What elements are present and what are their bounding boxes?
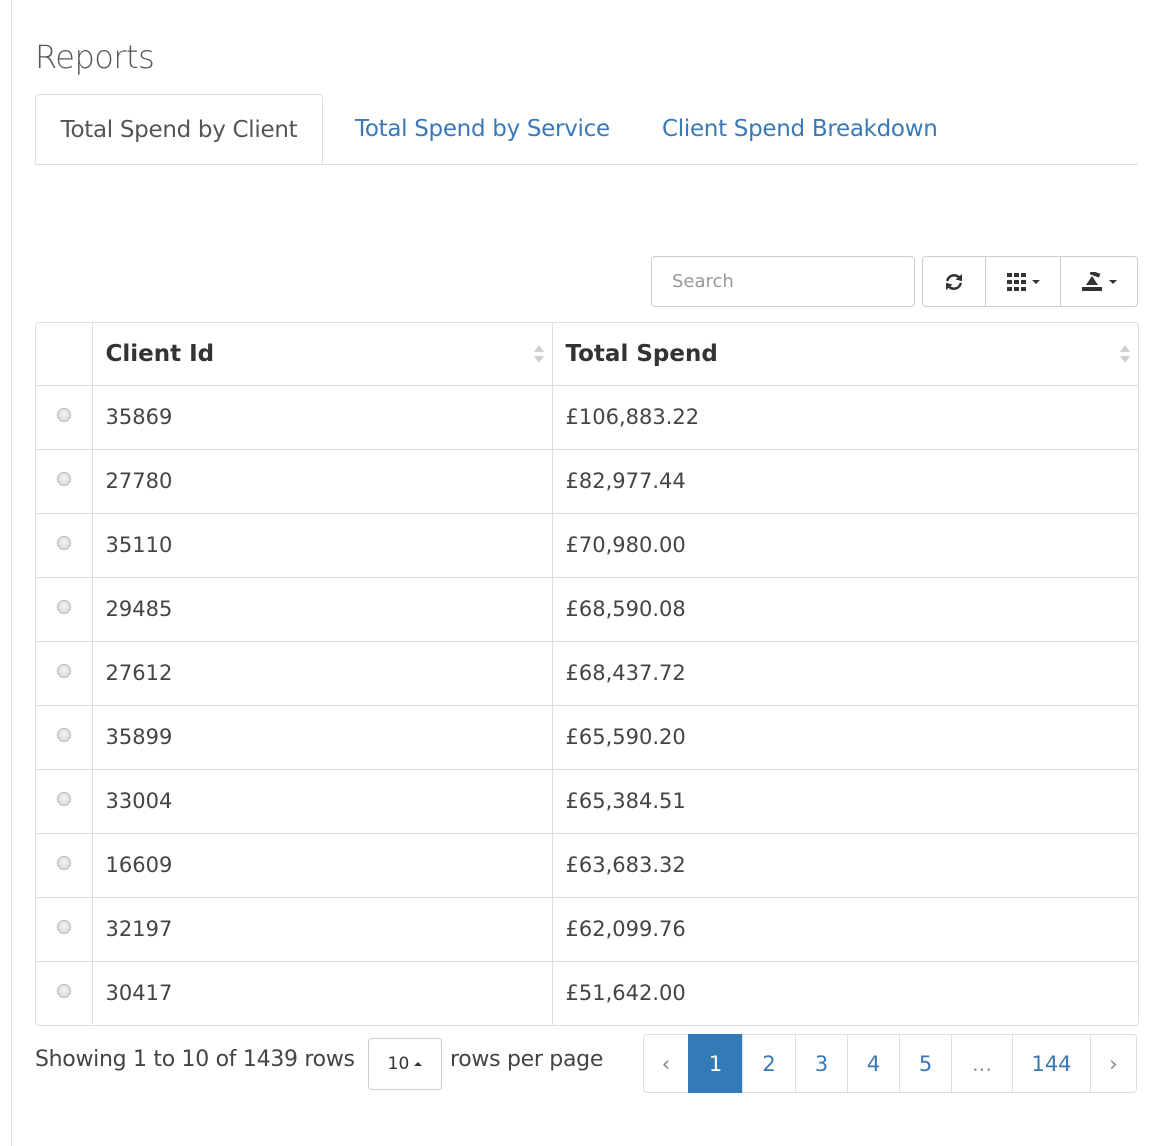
total-spend-cell: £82,977.44 xyxy=(551,448,1138,514)
table-row[interactable]: 27780 £82,977.44 xyxy=(36,448,1138,514)
page-4[interactable]: 4 xyxy=(847,1034,900,1093)
total-spend-cell: £106,883.22 xyxy=(551,384,1138,450)
row-radio[interactable] xyxy=(56,792,71,806)
page-2[interactable]: 2 xyxy=(742,1034,796,1093)
client-id-cell: 32197 xyxy=(91,896,553,962)
client-id-cell: 33004 xyxy=(91,768,553,834)
pagination: ‹ 1 2 3 4 5 ... 144 › xyxy=(643,1034,1137,1093)
columns-button[interactable] xyxy=(985,256,1061,307)
page-size-value: 10 xyxy=(387,1054,410,1074)
select-column-header xyxy=(36,323,93,386)
sort-icon xyxy=(533,345,544,365)
pagination-next[interactable]: › xyxy=(1090,1034,1137,1093)
table-row[interactable]: 27612 £68,437.72 xyxy=(36,640,1138,706)
total-spend-cell: £68,437.72 xyxy=(551,640,1138,706)
rows-per-page-label: rows per page xyxy=(450,1047,604,1072)
total-spend-cell: £63,683.32 xyxy=(551,832,1138,898)
row-radio[interactable] xyxy=(56,664,71,678)
client-id-cell: 35110 xyxy=(91,512,553,578)
columns-icon xyxy=(1006,272,1026,291)
pagination-prev[interactable]: ‹ xyxy=(643,1034,689,1093)
row-radio[interactable] xyxy=(56,984,71,998)
page-144[interactable]: 144 xyxy=(1012,1034,1091,1093)
row-radio[interactable] xyxy=(56,536,71,550)
search-input[interactable] xyxy=(651,256,915,307)
table-row[interactable]: 35110 £70,980.00 xyxy=(36,512,1138,578)
table-toolbar xyxy=(922,256,1138,307)
report-tabs: Total Spend by Client Total Spend by Ser… xyxy=(35,94,1138,165)
row-radio[interactable] xyxy=(56,408,71,422)
client-id-cell: 27780 xyxy=(91,448,553,514)
refresh-button[interactable] xyxy=(922,256,986,307)
total-spend-cell: £68,590.08 xyxy=(551,576,1138,642)
client-id-cell: 16609 xyxy=(91,832,553,898)
pagination-info: Showing 1 to 10 of 1439 rows xyxy=(35,1047,355,1072)
total-spend-cell: £65,590.20 xyxy=(551,704,1138,770)
total-spend-cell: £65,384.51 xyxy=(551,768,1138,834)
total-spend-cell: £62,099.76 xyxy=(551,896,1138,962)
client-id-cell: 27612 xyxy=(91,640,553,706)
row-radio[interactable] xyxy=(56,472,71,486)
table-header-row: Client Id Total Spend xyxy=(36,323,1138,386)
page-size-dropdown[interactable]: 10 xyxy=(368,1038,442,1090)
row-radio[interactable] xyxy=(56,856,71,870)
chevron-down-icon xyxy=(1031,279,1040,284)
page-3[interactable]: 3 xyxy=(795,1034,848,1093)
page-1[interactable]: 1 xyxy=(688,1034,743,1093)
export-icon xyxy=(1081,271,1102,291)
table-row[interactable]: 32197 £62,099.76 xyxy=(36,896,1138,962)
tab-client-spend-breakdown[interactable]: Client Spend Breakdown xyxy=(662,94,938,164)
chevron-down-icon xyxy=(1108,279,1117,284)
chevron-up-icon xyxy=(414,1062,423,1066)
table-row[interactable]: 29485 £68,590.08 xyxy=(36,576,1138,642)
total-spend-cell: £70,980.00 xyxy=(551,512,1138,578)
table-row[interactable]: 35869 £106,883.22 xyxy=(36,384,1138,450)
table-row[interactable]: 35899 £65,590.20 xyxy=(36,704,1138,770)
table-row[interactable]: 16609 £63,683.32 xyxy=(36,832,1138,898)
tab-total-spend-by-service[interactable]: Total Spend by Service xyxy=(355,94,610,164)
page-title: Reports xyxy=(35,38,155,76)
left-border xyxy=(11,0,12,1146)
row-radio[interactable] xyxy=(56,920,71,934)
column-header-total-spend[interactable]: Total Spend xyxy=(551,323,1138,386)
table-row[interactable]: 33004 £65,384.51 xyxy=(36,768,1138,834)
client-id-cell: 35869 xyxy=(91,384,553,450)
client-id-cell: 35899 xyxy=(91,704,553,770)
client-id-cell: 29485 xyxy=(91,576,553,642)
refresh-icon xyxy=(946,273,962,290)
table-row[interactable]: 30417 £51,642.00 xyxy=(36,960,1138,1025)
client-id-cell: 30417 xyxy=(91,960,553,1025)
column-header-client-id[interactable]: Client Id xyxy=(91,323,553,386)
page-ellipsis: ... xyxy=(951,1034,1013,1093)
page-5[interactable]: 5 xyxy=(899,1034,952,1093)
total-spend-cell: £51,642.00 xyxy=(551,960,1138,1025)
tab-total-spend-by-client[interactable]: Total Spend by Client xyxy=(35,94,323,164)
sort-icon xyxy=(1120,345,1130,365)
client-spend-table: Client Id Total Spend 35869 £106,883.22 2… xyxy=(35,322,1139,1026)
export-button[interactable] xyxy=(1060,256,1138,307)
row-radio[interactable] xyxy=(56,600,71,614)
row-radio[interactable] xyxy=(56,728,71,742)
